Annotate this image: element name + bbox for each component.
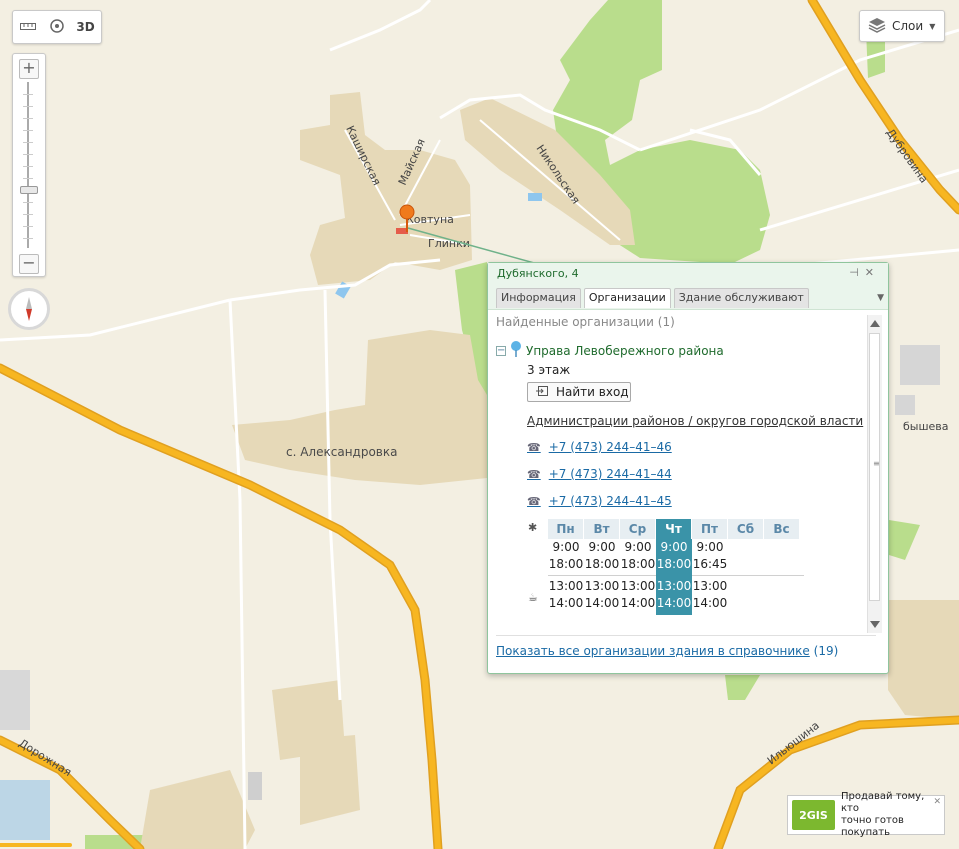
radius-button[interactable] [42, 11, 71, 43]
radius-icon [49, 18, 65, 37]
day-sat: Сб [728, 519, 764, 539]
zoom-out-button[interactable]: − [19, 254, 39, 274]
tabs-more-icon[interactable]: ▼ [877, 293, 884, 303]
day-mon: Пн [548, 519, 584, 539]
scroll-thumb[interactable]: ≡ [869, 333, 880, 601]
popup-scrollbar[interactable]: ≡ [867, 315, 882, 633]
grip-icon: ≡ [873, 459, 880, 468]
phone-link[interactable]: ☎ +7 (473) 244–41–46 [527, 440, 672, 454]
break-wed: 13:00 14:00 [620, 579, 656, 610]
phone-number[interactable]: +7 (473) 244–41–46 [549, 440, 672, 454]
tab-building-service[interactable]: Здание обслуживают [673, 288, 809, 308]
layers-icon [868, 17, 886, 36]
hours-fri: 9:00 16:45 [692, 540, 728, 571]
found-organizations-heading: Найденные организации (1) [496, 315, 675, 329]
pin-icon[interactable]: ⊣ [849, 266, 865, 279]
hours-wed: 9:00 18:00 [620, 540, 656, 571]
break-thu: 13:00 14:00 [656, 577, 692, 615]
break-tue: 13:00 14:00 [584, 579, 620, 610]
floor-info: 3 этаж [527, 363, 571, 377]
ruler-icon [19, 20, 36, 34]
3d-button[interactable]: 3D [71, 11, 100, 43]
building-info-popup: Дубянского, 4 ⊣✕ Информация Организации … [487, 262, 889, 674]
chevron-down-icon: ▼ [929, 21, 936, 31]
residential-south-2 [300, 735, 360, 825]
phone-link[interactable]: ☎ +7 (473) 244–41–45 [527, 494, 672, 508]
phone-icon: ☎ [527, 467, 541, 481]
layers-label: Слои [892, 19, 924, 33]
popup-controls: ⊣✕ [849, 266, 880, 279]
break-fri: 13:00 14:00 [692, 579, 728, 610]
zoom-slider-handle[interactable] [20, 186, 38, 194]
day-fri: Пт [692, 519, 728, 539]
entry-icon [536, 385, 548, 400]
working-hours-table: ✱ Пн Вт Ср Чт Пт Сб Вс 9:00 18:00 9:00 18:… [528, 519, 804, 615]
category-link[interactable]: Администрации районов / округов городско… [527, 414, 863, 428]
close-icon[interactable]: ✕ [865, 266, 880, 279]
popup-content: Найденные организации (1) − Управа Левоб… [496, 315, 872, 633]
org-pin-icon [510, 341, 522, 360]
popup-footer: Показать все организации здания в справо… [496, 635, 876, 658]
scroll-up-icon[interactable] [870, 320, 880, 327]
find-entry-button[interactable]: Найти вход [527, 382, 631, 402]
popup-address: Дубянского, 4 [497, 267, 579, 280]
day-sun: Вс [764, 519, 800, 539]
promo-banner[interactable]: 2GIS Продавай тому, кто точно готов поку… [787, 791, 945, 838]
day-wed: Ср [620, 519, 656, 539]
zoom-in-button[interactable]: + [19, 59, 39, 79]
day-tue: Вт [584, 519, 620, 539]
organization-name[interactable]: Управа Левобережного района [526, 344, 724, 358]
residential-right [888, 600, 959, 720]
tab-info[interactable]: Информация [496, 288, 581, 308]
village-label: с. Александровка [286, 445, 397, 459]
plus-icon: + [22, 58, 36, 77]
hours-thu: 9:00 18:00 [656, 539, 692, 575]
hours-tue: 9:00 18:00 [584, 540, 620, 571]
organizations-count: (19) [813, 644, 839, 658]
hours-mon: 9:00 18:00 [548, 540, 584, 571]
minus-icon: − [22, 253, 36, 272]
break-mon: 13:00 14:00 [548, 579, 584, 610]
phone-icon: ☎ [527, 494, 541, 508]
organization-item[interactable]: − Управа Левобережного района [496, 341, 724, 360]
street-label-kuybysheva: бышева [903, 420, 949, 433]
phone-icon: ☎ [527, 440, 541, 454]
collapse-icon[interactable]: − [496, 345, 506, 356]
lunch-break-icon: ☕ [528, 591, 538, 604]
show-all-organizations-link[interactable]: Показать все организации здания в справо… [496, 644, 810, 658]
find-entry-label: Найти вход [556, 385, 629, 399]
promo-text: Продавай тому, кто точно готов покупать [840, 791, 925, 838]
phone-number[interactable]: +7 (473) 244–41–44 [549, 467, 672, 481]
2gis-logo: 2GIS [792, 800, 835, 830]
day-thu: Чт [656, 519, 692, 539]
close-icon[interactable]: ✕ [933, 797, 941, 807]
tab-organizations[interactable]: Организации [583, 288, 671, 308]
compass-button[interactable] [8, 288, 50, 330]
phone-number[interactable]: +7 (473) 244–41–45 [549, 494, 672, 508]
weekday-header: Пн Вт Ср Чт Пт Сб Вс [548, 519, 800, 539]
scroll-down-icon[interactable] [870, 621, 880, 628]
phone-link[interactable]: ☎ +7 (473) 244–41–44 [527, 467, 672, 481]
layers-button[interactable]: Слои ▼ [859, 10, 945, 42]
map-toolbar: 3D [12, 10, 102, 44]
ruler-button[interactable] [13, 11, 42, 43]
popup-tabs: Информация Организации Здание обслуживаю… [496, 288, 809, 308]
clock-icon: ✱ [528, 521, 538, 534]
popup-header: Дубянского, 4 ⊣✕ Информация Организации … [488, 263, 888, 310]
zoom-control: + − [12, 53, 46, 277]
